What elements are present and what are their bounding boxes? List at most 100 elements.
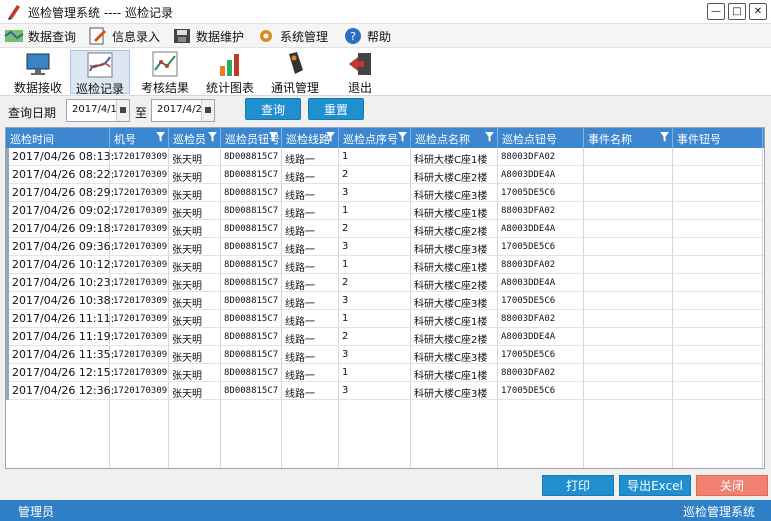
table-cell: 8D008815C7 bbox=[224, 296, 279, 306]
column-header[interactable]: 巡检员 bbox=[169, 128, 221, 148]
column-header[interactable]: 事件名称 bbox=[584, 128, 673, 148]
menu-data-maintain[interactable]: 数据维护 bbox=[172, 26, 244, 46]
table-cell bbox=[673, 292, 763, 310]
table-cell: 张天明 bbox=[172, 155, 202, 166]
table-cell: 8D008815C7 bbox=[224, 224, 279, 234]
table-cell: 2017/04/26 10:12:55 bbox=[12, 258, 113, 271]
column-header[interactable]: 事件钮号 bbox=[673, 128, 763, 148]
table-cell: 线路一 bbox=[285, 389, 315, 400]
close-window-button[interactable]: ✕ bbox=[749, 3, 767, 20]
column-header[interactable]: 巡检点名称 bbox=[411, 128, 498, 148]
filter-funnel-icon[interactable] bbox=[485, 132, 494, 142]
tool-patrol-records[interactable]: 巡检记录 bbox=[70, 50, 130, 96]
tool-exit[interactable]: 退出 bbox=[330, 50, 390, 95]
table-cell: 2017/04/26 08:29:41 bbox=[12, 186, 113, 199]
table-cell bbox=[584, 238, 673, 256]
table-cell bbox=[673, 166, 763, 184]
column-header-label: 机号 bbox=[114, 133, 136, 146]
table-cell: 张天明 bbox=[172, 209, 202, 220]
table-row[interactable]: 2017/04/26 09:36:351720170309 张天明 8D008815… bbox=[6, 238, 764, 256]
status-bar: 管理员 巡检管理系统 bbox=[0, 500, 771, 521]
column-header[interactable]: 巡检点钮号 bbox=[498, 128, 584, 148]
table-row[interactable]: 2017/04/26 12:36:281720170309 张天明 8D008815… bbox=[6, 382, 764, 400]
table-row[interactable]: 2017/04/26 09:18:461720170309 张天明 8D008815… bbox=[6, 220, 764, 238]
monitor-icon bbox=[26, 53, 50, 75]
menu-system-admin[interactable]: 系统管理 bbox=[256, 26, 328, 46]
table-cell: 科研大楼C座3楼 bbox=[414, 353, 488, 364]
table-cell: 1720170309 bbox=[113, 242, 168, 252]
start-date-picker[interactable]: 2017/4/1 bbox=[66, 99, 130, 122]
filter-funnel-icon[interactable] bbox=[208, 132, 217, 142]
filter-funnel-icon[interactable] bbox=[326, 132, 335, 142]
tool-assessment[interactable]: 考核结果 bbox=[135, 50, 195, 95]
table-row[interactable]: 2017/04/26 08:22:091720170309 张天明 8D008815… bbox=[6, 166, 764, 184]
end-date-picker[interactable]: 2017/4/26 bbox=[151, 99, 215, 122]
close-button[interactable]: 关闭 bbox=[696, 475, 768, 496]
filter-funnel-icon[interactable] bbox=[269, 132, 278, 142]
table-cell bbox=[673, 346, 763, 364]
menu-help[interactable]: ? 帮助 bbox=[343, 26, 391, 46]
status-user: 管理员 bbox=[18, 505, 55, 519]
table-row[interactable]: 2017/04/26 11:35:341720170309 张天明 8D008815… bbox=[6, 346, 764, 364]
table-cell: 线路一 bbox=[285, 371, 315, 382]
table-cell: 2017/04/26 11:11:25 bbox=[12, 312, 113, 325]
column-header-label: 巡检时间 bbox=[10, 133, 54, 146]
table-cell: 1720170309 bbox=[113, 368, 168, 378]
table-cell: 张天明 bbox=[172, 299, 202, 310]
print-button[interactable]: 打印 bbox=[542, 475, 614, 496]
filter-funnel-icon[interactable] bbox=[398, 132, 407, 142]
column-header[interactable]: 机号 bbox=[110, 128, 169, 148]
filter-funnel-icon[interactable] bbox=[660, 132, 669, 142]
export-excel-button[interactable]: 导出Excel bbox=[619, 475, 691, 496]
menu-info-entry[interactable]: 信息录入 bbox=[88, 26, 160, 46]
table-cell: 8D008815C7 bbox=[224, 188, 279, 198]
column-header[interactable]: 巡检点序号 bbox=[339, 128, 411, 148]
table-cell bbox=[584, 328, 673, 346]
table-cell: 1720170309 bbox=[113, 152, 168, 162]
reset-button[interactable]: 重置 bbox=[308, 98, 364, 120]
table-cell bbox=[584, 346, 673, 364]
table-cell: 科研大楼C座2楼 bbox=[414, 335, 488, 346]
table-row[interactable]: 2017/04/26 08:29:411720170309 张天明 8D008815… bbox=[6, 184, 764, 202]
calendar-dropdown-icon[interactable] bbox=[116, 100, 129, 121]
menu-label: 系统管理 bbox=[280, 29, 329, 44]
menu-bar: 数据查询 信息录入 数据维护 系统管理 ? 帮助 bbox=[0, 24, 771, 48]
column-header[interactable]: 巡检时间 bbox=[6, 128, 110, 148]
table-cell: 17005DE5C6 bbox=[501, 242, 556, 252]
calendar-dropdown-icon[interactable] bbox=[201, 100, 214, 121]
menu-data-query[interactable]: 数据查询 bbox=[4, 26, 76, 46]
table-row[interactable]: 2017/04/26 10:12:551720170309 张天明 8D008815… bbox=[6, 256, 764, 274]
table-cell: 科研大楼C座3楼 bbox=[414, 191, 488, 202]
column-header[interactable]: 巡检员钮号 bbox=[221, 128, 282, 148]
table-cell: 科研大楼C座2楼 bbox=[414, 227, 488, 238]
table-row[interactable]: 2017/04/26 11:11:251720170309 张天明 8D008815… bbox=[6, 310, 764, 328]
tool-comm-manage[interactable]: 通讯管理 bbox=[265, 50, 325, 95]
table-cell bbox=[673, 202, 763, 220]
table-cell: 2017/04/26 11:35:34 bbox=[12, 348, 113, 361]
maximize-button[interactable]: □ bbox=[728, 3, 746, 20]
table-cell: 2 bbox=[342, 331, 349, 342]
table-cell bbox=[673, 238, 763, 256]
table-cell bbox=[673, 382, 763, 400]
column-header[interactable]: 巡检线路 bbox=[282, 128, 339, 148]
table-row[interactable]: 2017/04/26 10:23:361720170309 张天明 8D008815… bbox=[6, 274, 764, 292]
table-row[interactable]: 2017/04/26 12:15:281720170309 张天明 8D008815… bbox=[6, 364, 764, 382]
table-cell: 2017/04/26 12:15:28 bbox=[12, 366, 113, 379]
table-cell: 科研大楼C座1楼 bbox=[414, 317, 488, 328]
table-row[interactable]: 2017/04/26 08:13:261720170309 张天明 8D008815… bbox=[6, 148, 764, 166]
tool-data-receive[interactable]: 数据接收 bbox=[8, 50, 68, 95]
trend-icon bbox=[152, 51, 178, 77]
minimize-button[interactable]: — bbox=[707, 3, 725, 20]
table-cell bbox=[584, 202, 673, 220]
table-cell: 8D008815C7 bbox=[224, 350, 279, 360]
tool-statistics[interactable]: 统计图表 bbox=[200, 50, 260, 95]
table-cell: 科研大楼C座3楼 bbox=[414, 299, 488, 310]
table-row[interactable]: 2017/04/26 09:02:371720170309 张天明 8D008815… bbox=[6, 202, 764, 220]
table-cell: 88003DFA02 bbox=[501, 206, 556, 216]
filter-funnel-icon[interactable] bbox=[156, 132, 165, 142]
column-header-label: 事件钮号 bbox=[677, 133, 721, 146]
table-cell: 2017/04/26 10:38:59 bbox=[12, 294, 113, 307]
query-button[interactable]: 查询 bbox=[245, 98, 301, 120]
table-row[interactable]: 2017/04/26 11:19:161720170309 张天明 8D008815… bbox=[6, 328, 764, 346]
table-row[interactable]: 2017/04/26 10:38:591720170309 张天明 8D008815… bbox=[6, 292, 764, 310]
